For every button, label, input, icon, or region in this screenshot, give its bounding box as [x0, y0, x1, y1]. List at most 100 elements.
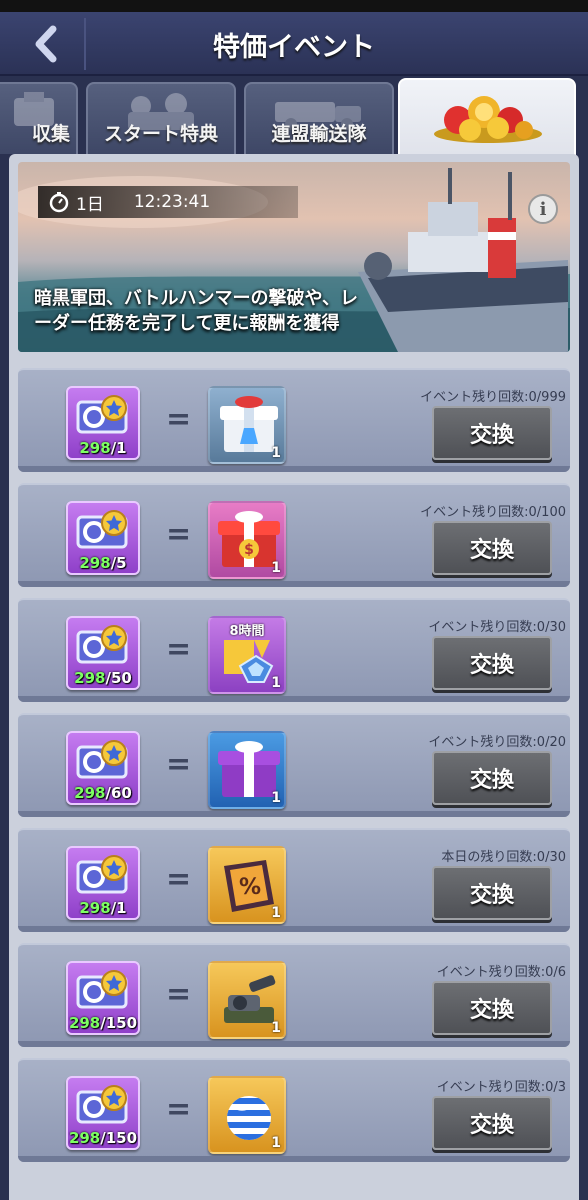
- reward-quantity: 1: [271, 675, 281, 691]
- event-ticket-item[interactable]: 298/150: [66, 961, 140, 1035]
- coin-pile-icon: [434, 96, 542, 143]
- description-line-2: ーダー任務を完了して更に報酬を獲得: [34, 313, 340, 334]
- event-banner: 1日 12:23:41 i 暗黒軍団、バトルハンマーの撃破や、レ ーダー任務を完…: [18, 162, 570, 352]
- cost-count: 298/60: [68, 784, 138, 802]
- ticket-icon: [74, 967, 134, 1011]
- ticket-icon: [74, 507, 134, 551]
- owned-count: 298: [79, 554, 111, 572]
- tab-special-exchange[interactable]: [398, 78, 576, 158]
- cost-count: 298/1: [68, 899, 138, 917]
- header-divider: [84, 18, 86, 70]
- remaining-count: イベント残り回数:0/3: [436, 1080, 566, 1095]
- event-ticket-item[interactable]: 298/60: [66, 731, 140, 805]
- timer-days: 1日: [76, 194, 104, 215]
- exchange-row: 298/150 = 1 イベント残り回数:0/3 交換: [18, 1058, 570, 1162]
- ticket-icon: [74, 622, 134, 666]
- required-count: /1: [110, 899, 127, 917]
- tab-bar: 収集 スタート特典 連盟輸送隊: [0, 78, 588, 158]
- cost-count: 298/50: [68, 669, 138, 687]
- required-count: /150: [100, 1014, 138, 1032]
- timer-time: 12:23:41: [133, 192, 211, 212]
- remaining-count: イベント残り回数:0/100: [420, 505, 566, 520]
- back-button[interactable]: [14, 20, 78, 68]
- event-ticket-item[interactable]: 298/150: [66, 1076, 140, 1150]
- ticket-icon: [74, 1082, 134, 1126]
- cost-count: 298/150: [68, 1129, 138, 1147]
- back-arrow-icon: [35, 25, 57, 63]
- equals-sign: =: [166, 1092, 192, 1127]
- exchange-row: 298/150 = 1 イベント残り回数:0/6 交換: [18, 943, 570, 1047]
- event-timer: 1日 12:23:41: [38, 186, 298, 218]
- reward-quantity: 1: [271, 445, 281, 461]
- reward-quantity: 1: [271, 1135, 281, 1151]
- page-title: 特価イベント: [213, 31, 375, 63]
- owned-count: 298: [79, 439, 111, 457]
- exchange-button[interactable]: 交換: [432, 751, 552, 805]
- exchange-button[interactable]: 交換: [432, 406, 552, 460]
- header-bar: 特価イベント: [0, 12, 588, 76]
- event-ticket-item[interactable]: 298/1: [66, 846, 140, 920]
- reward-item[interactable]: 1: [208, 1076, 286, 1154]
- tab-collect[interactable]: 収集: [0, 82, 78, 154]
- svg-text:%: %: [239, 875, 261, 900]
- equals-sign: =: [166, 862, 192, 897]
- remaining-count: イベント残り回数:0/20: [428, 735, 566, 750]
- info-button[interactable]: i: [528, 194, 558, 224]
- tab-alliance-convoy[interactable]: 連盟輸送隊: [244, 82, 394, 154]
- remaining-count: イベント残り回数:0/999: [420, 390, 566, 405]
- required-count: /60: [105, 784, 132, 802]
- description-line-1: 暗黒軍団、バトルハンマーの撃破や、レ: [34, 288, 358, 309]
- event-ticket-item[interactable]: 298/5: [66, 501, 140, 575]
- exchange-button[interactable]: 交換: [432, 521, 552, 575]
- ticket-icon: [74, 737, 134, 781]
- required-count: /50: [105, 669, 132, 687]
- reward-quantity: 1: [271, 560, 281, 576]
- exchange-row: 298/1 = 1 イベント残り回数:0/999 交換: [18, 368, 570, 472]
- reward-item[interactable]: $1: [208, 501, 286, 579]
- exchange-button[interactable]: 交換: [432, 981, 552, 1035]
- tab-label: 収集: [31, 123, 70, 145]
- owned-count: 298: [79, 899, 111, 917]
- exchange-row: 298/60 = 1 イベント残り回数:0/20 交換: [18, 713, 570, 817]
- exchange-button[interactable]: 交換: [432, 866, 552, 920]
- reward-item[interactable]: 1: [208, 386, 286, 464]
- tab-label: スタート特典: [103, 123, 218, 145]
- exchange-row: 298/1 =% 1 本日の残り回数:0/30 交換: [18, 828, 570, 932]
- svg-text:$: $: [244, 542, 254, 558]
- cost-count: 298/1: [68, 439, 138, 457]
- ticket-icon: [74, 852, 134, 896]
- info-icon: i: [539, 198, 547, 220]
- required-count: /5: [110, 554, 127, 572]
- event-description: 暗黒軍団、バトルハンマーの撃破や、レ ーダー任務を完了して更に報酬を獲得: [34, 286, 414, 336]
- reward-item[interactable]: 1: [208, 961, 286, 1039]
- owned-count: 298: [74, 669, 106, 687]
- required-count: /1: [110, 439, 127, 457]
- equals-sign: =: [166, 977, 192, 1012]
- exchange-button[interactable]: 交換: [432, 636, 552, 690]
- remaining-count: イベント残り回数:0/30: [428, 620, 566, 635]
- owned-count: 298: [68, 1129, 101, 1147]
- status-bar: [0, 0, 588, 12]
- tab-start-bonus[interactable]: スタート特典: [86, 82, 236, 154]
- exchange-button[interactable]: 交換: [432, 1096, 552, 1150]
- tab-label: 連盟輸送隊: [271, 123, 367, 145]
- reward-item[interactable]: 8時間 1: [208, 616, 286, 694]
- event-ticket-item[interactable]: 298/1: [66, 386, 140, 460]
- equals-sign: =: [166, 632, 192, 667]
- ticket-icon: [74, 392, 134, 436]
- cost-count: 298/150: [68, 1014, 138, 1032]
- reward-quantity: 1: [271, 1020, 281, 1036]
- owned-count: 298: [68, 1014, 101, 1032]
- equals-sign: =: [166, 517, 192, 552]
- reward-item[interactable]: % 1: [208, 846, 286, 924]
- remaining-count: イベント残り回数:0/6: [436, 965, 566, 980]
- stopwatch-icon: [49, 192, 69, 213]
- reward-duration: 8時間: [229, 624, 265, 639]
- equals-sign: =: [166, 747, 192, 782]
- event-ticket-item[interactable]: 298/50: [66, 616, 140, 690]
- exchange-row: 298/5 = $1 イベント残り回数:0/100 交換: [18, 483, 570, 587]
- reward-quantity: 1: [271, 790, 281, 806]
- cost-count: 298/5: [68, 554, 138, 572]
- equals-sign: =: [166, 402, 192, 437]
- reward-item[interactable]: 1: [208, 731, 286, 809]
